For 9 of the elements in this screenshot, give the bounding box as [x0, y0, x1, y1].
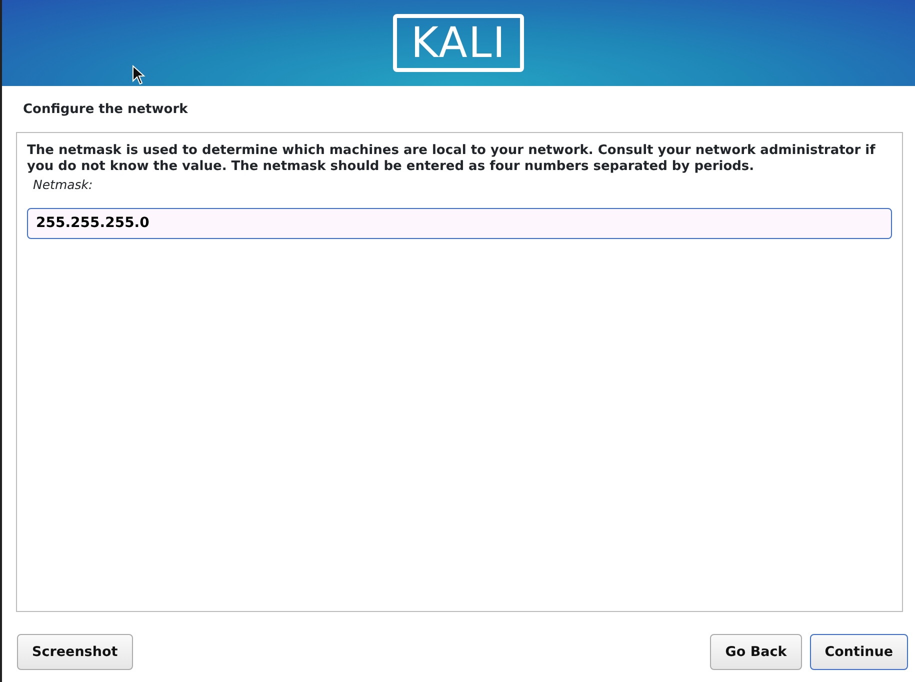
logo: KALI	[392, 14, 524, 72]
continue-button[interactable]: Continue	[810, 634, 908, 670]
screenshot-button[interactable]: Screenshot	[17, 634, 133, 670]
field-label: Netmask:	[33, 176, 94, 194]
page-title: Configure the network	[23, 102, 188, 117]
back-button[interactable]: Go Back	[710, 634, 802, 670]
description-text: The netmask is used to determine which machines are local to your network. Consult your network administrator if you do not know the value. The netmask should be entered as four numbers separated by periods.	[27, 143, 876, 174]
mouse-pointer-icon	[132, 65, 146, 85]
netmask-field[interactable]: 255.255.255.0	[27, 208, 892, 239]
